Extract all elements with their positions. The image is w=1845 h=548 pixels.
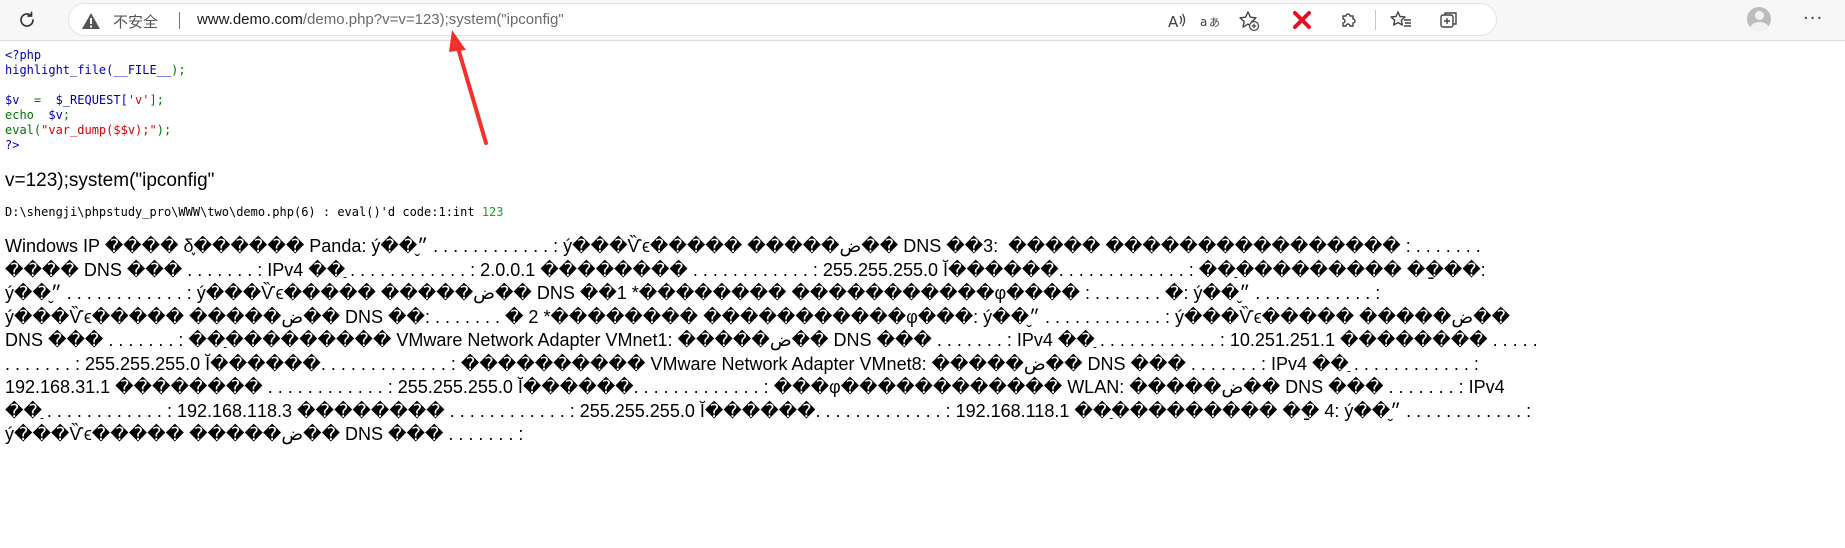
annotation-arrow [0,0,1845,548]
